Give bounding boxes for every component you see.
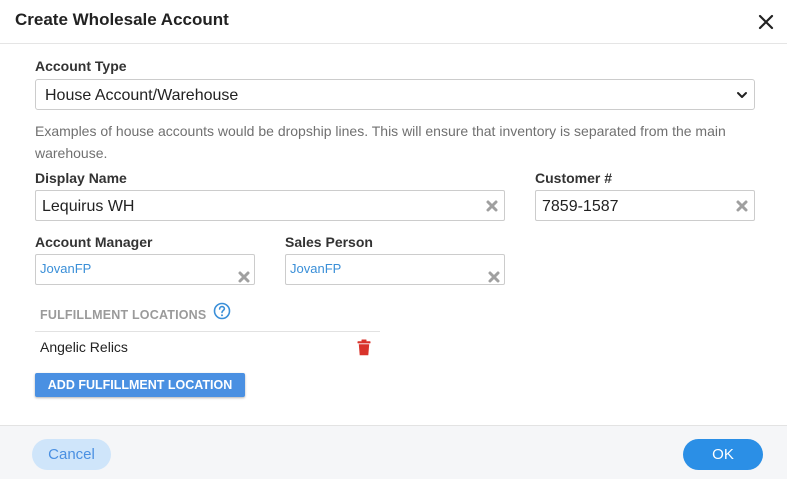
account-type-help-text: Examples of house accounts would be drop… [35,123,726,161]
fulfillment-location-name: Angelic Relics [40,339,128,355]
chevron-down-icon [737,92,747,98]
help-circle-icon[interactable] [213,302,231,320]
account-type-label: Account Type [35,58,127,74]
close-icon[interactable] [756,12,776,32]
customer-number-field[interactable]: 7859-1587 [535,190,755,221]
add-fulfillment-location-button[interactable]: ADD FULFILLMENT LOCATION [35,373,245,397]
account-manager-picker[interactable]: JovanFP [35,254,255,285]
dialog-title: Create Wholesale Account [15,10,229,29]
account-manager-label: Account Manager [35,234,153,250]
clear-icon[interactable] [735,199,749,213]
dialog-header: Create Wholesale Account [0,0,787,44]
account-type-select[interactable]: House Account/Warehouse [35,79,755,110]
display-name-field[interactable]: Lequirus WH [35,190,505,221]
display-name-value: Lequirus WH [42,198,135,215]
customer-number-value: 7859-1587 [542,198,619,215]
trash-icon[interactable] [357,339,371,356]
display-name-label: Display Name [35,170,127,186]
customer-number-label: Customer # [535,170,613,186]
account-manager-value: JovanFP [40,261,92,276]
clear-icon[interactable] [487,270,501,284]
sales-person-label: Sales Person [285,234,373,250]
cancel-button[interactable]: Cancel [32,439,111,470]
fulfillment-locations-label: FULFILLMENT LOCATIONS [40,308,207,322]
clear-icon[interactable] [237,270,251,284]
dialog-footer: Cancel OK [0,425,787,479]
fulfillment-location-row: Angelic Relics [35,332,380,362]
clear-icon[interactable] [485,199,499,213]
account-type-value: House Account/Warehouse [45,87,239,104]
sales-person-value: JovanFP [290,261,342,276]
ok-button[interactable]: OK [683,439,763,470]
sales-person-picker[interactable]: JovanFP [285,254,505,285]
